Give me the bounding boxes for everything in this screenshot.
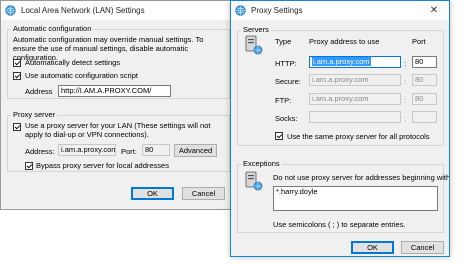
use-proxy-checkbox[interactable] [13,123,21,131]
proxy-window-title: Proxy Settings [251,6,303,15]
secure-separator: : [404,77,407,86]
lan-window-title: Local Area Network (LAN) Settings [21,6,145,15]
servers-group-label: Servers [241,25,271,34]
auto-script-checkbox[interactable] [13,72,21,80]
http-separator: : [404,59,407,68]
http-address-input[interactable]: i.am.a.proxy.com [309,56,401,68]
auto-script-label[interactable]: Use automatic configuration script [25,71,138,80]
ftp-label: FTP: [275,96,292,105]
bypass-local-label[interactable]: Bypass proxy server for local addresses [36,161,169,170]
type-header: Type [275,37,292,46]
auto-config-group-label: Automatic configuration [11,24,94,33]
proxy-title-bar: Proxy Settings ✕ [231,1,449,20]
proxy-port-input[interactable]: 80 [142,144,170,156]
lan-cancel-button[interactable]: Cancel [182,187,225,200]
use-proxy-label[interactable]: Use a proxy server for your LAN (These s… [25,121,227,139]
exceptions-server-icon [245,171,263,191]
auto-detect-label[interactable]: Automatically detect settings [25,58,120,67]
socks-port-input[interactable] [412,111,437,123]
socks-separator: : [404,114,407,123]
proxy-port-label: Port: [121,147,137,156]
http-address-selection: i.am.a.proxy.com [312,57,371,66]
proxy-server-icon [245,35,263,55]
auto-detect-checkbox[interactable] [13,59,21,67]
network-globe-icon [5,5,16,16]
proxy-settings-window: Proxy Settings ✕ Servers Type Proxy addr… [230,0,450,257]
exceptions-group-label: Exceptions [241,159,282,168]
proxy-address-label: Address: [25,147,55,156]
same-proxy-checkbox[interactable] [275,132,283,140]
exceptions-description: Do not use proxy server for addresses be… [273,173,450,182]
lan-settings-window: Local Area Network (LAN) Settings Automa… [0,0,236,210]
proxy-ok-button[interactable]: OK [351,241,394,254]
advanced-button[interactable]: Advanced [174,144,217,157]
script-address-label: Address [25,87,53,96]
bypass-local-checkbox[interactable] [25,162,33,170]
secure-port-input[interactable]: 80 [412,74,437,86]
ftp-separator: : [404,96,407,105]
close-icon[interactable]: ✕ [419,1,449,20]
lan-ok-button[interactable]: OK [131,187,174,200]
proxy-server-group-label: Proxy server [11,110,58,119]
semicolons-hint: Use semicolons ( ; ) to separate entries… [273,220,406,229]
script-address-input[interactable]: http://I.AM.A.PROXY.COM/ [58,85,171,97]
proxy-address-input[interactable]: i.am.a.proxy.com [58,144,116,156]
secure-label: Secure: [275,77,301,86]
lan-title-bar: Local Area Network (LAN) Settings [1,1,235,20]
ftp-port-input[interactable]: 80 [412,93,437,105]
socks-address-input[interactable] [309,111,401,123]
same-proxy-label[interactable]: Use the same proxy server for all protoc… [287,132,430,141]
proxy-globe-icon [235,5,246,16]
ftp-address-input[interactable]: i.am.a.proxy.com [309,93,401,105]
servers-group [237,30,444,146]
address-header: Proxy address to use [309,37,380,46]
exceptions-textarea[interactable]: *.harry.doyle [273,186,438,211]
socks-label: Socks: [275,114,298,123]
http-port-input[interactable]: 80 [412,56,437,68]
http-label: HTTP: [275,59,297,68]
port-header: Port [412,37,426,46]
proxy-cancel-button[interactable]: Cancel [401,241,444,254]
secure-address-input[interactable]: i.am.a.proxy.com [309,74,401,86]
